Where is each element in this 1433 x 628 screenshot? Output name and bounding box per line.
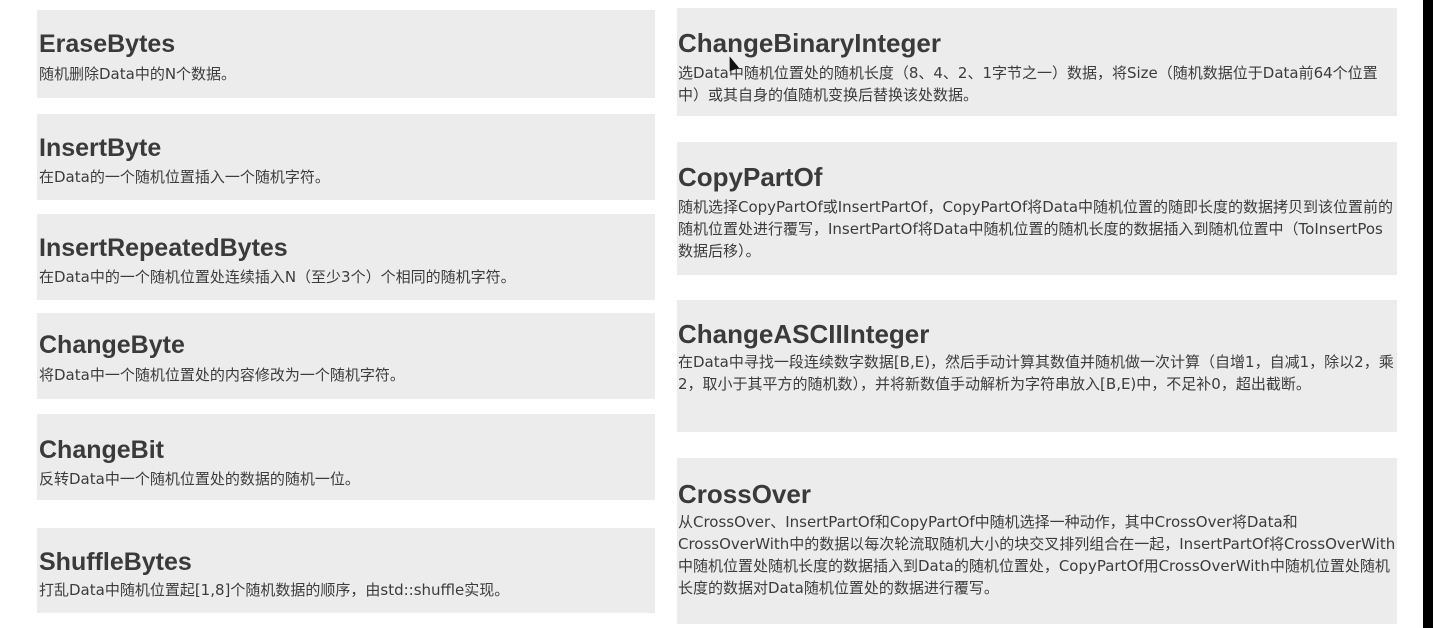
- card-description: 随机删除Data中的N个数据。: [39, 65, 237, 83]
- card-title: InsertByte: [39, 134, 162, 162]
- card-title: CrossOver: [678, 479, 811, 509]
- card-title: EraseBytes: [39, 30, 176, 58]
- card-changebinaryinteger: ChangeBinaryInteger 选Data中随机位置处的随机长度（8、4…: [677, 8, 1397, 116]
- card-description: 在Data中的一个随机位置处连续插入N（至少3个）个相同的随机字符。: [39, 268, 516, 286]
- card-erasebytes: EraseBytes 随机删除Data中的N个数据。: [37, 10, 655, 98]
- card-changebit: ChangeBit 反转Data中一个随机位置处的数据的随机一位。: [37, 414, 655, 500]
- card-description: 将Data中一个随机位置处的内容修改为一个随机字符。: [39, 366, 405, 384]
- card-title: CopyPartOf: [678, 162, 823, 192]
- card-description: 打乱Data中随机位置起[1,8]个随机数据的顺序，由std::shuffle实…: [39, 581, 510, 599]
- card-title: InsertRepeatedBytes: [39, 234, 288, 262]
- card-title: ChangeBit: [39, 436, 164, 464]
- card-title: ChangeBinaryInteger: [678, 28, 941, 58]
- card-insertrepeatedbytes: InsertRepeatedBytes 在Data中的一个随机位置处连续插入N（…: [37, 214, 655, 300]
- card-description: 随机选择CopyPartOf或InsertPartOf，CopyPartOf将D…: [678, 198, 1394, 260]
- card-changeasciiinteger: ChangeASCIIInteger 在Data中寻找一段连续数字数据[B,E)…: [677, 300, 1397, 432]
- card-description: 选Data中随机位置处的随机长度（8、4、2、1字节之一）数据，将Size（随机…: [678, 64, 1378, 104]
- card-title: ChangeByte: [39, 331, 185, 359]
- card-changebyte: ChangeByte 将Data中一个随机位置处的内容修改为一个随机字符。: [37, 313, 655, 399]
- card-copypartof: CopyPartOf 随机选择CopyPartOf或InsertPartOf，C…: [677, 142, 1397, 275]
- card-description: 在Data的一个随机位置插入一个随机字符。: [39, 168, 330, 186]
- card-insertbyte: InsertByte 在Data的一个随机位置插入一个随机字符。: [37, 114, 655, 200]
- card-title: ChangeASCIIInteger: [678, 319, 930, 349]
- card-description: 从CrossOver、InsertPartOf和CopyPartOf中随机选择一…: [678, 513, 1396, 597]
- card-shufflebytes: ShuffleBytes 打乱Data中随机位置起[1,8]个随机数据的顺序，由…: [37, 528, 655, 613]
- card-description: 在Data中寻找一段连续数字数据[B,E)，然后手动计算其数值并随机做一次计算（…: [678, 353, 1394, 393]
- card-crossover: CrossOver 从CrossOver、InsertPartOf和CopyPa…: [677, 458, 1397, 624]
- card-description: 反转Data中一个随机位置处的数据的随机一位。: [39, 470, 360, 488]
- screen-edge: [1423, 0, 1433, 628]
- card-title: ShuffleBytes: [39, 548, 192, 576]
